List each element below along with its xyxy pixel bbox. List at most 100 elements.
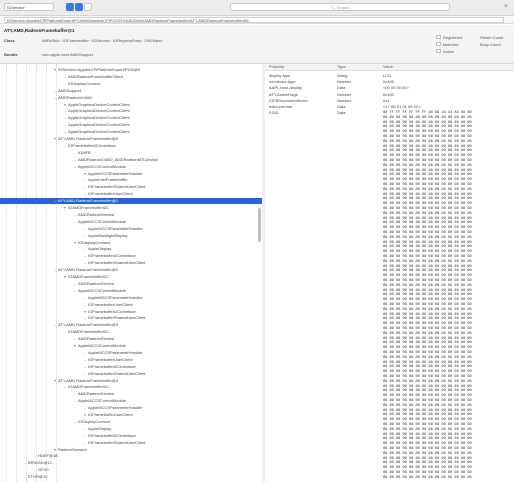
tree-node[interactable]: – AppleDisplay (84, 426, 111, 431)
search-placeholder: Search (336, 5, 350, 10)
tree-node[interactable]: – IOFramebufferI2CInterface (84, 433, 136, 438)
tree-scrollbar[interactable] (258, 208, 261, 242)
tree-node[interactable]: – ETHR@1C (24, 474, 48, 479)
tree-node[interactable]: – AppleGraphicsDeviceControlClient (64, 108, 130, 113)
property-key: display-type (269, 73, 291, 78)
tree-node-label: AppleGraphicsDeviceControlClient (68, 115, 130, 121)
registered-checkbox[interactable] (436, 35, 441, 39)
tree-node[interactable]: – IOFramebufferSharedUserClient (84, 371, 146, 376)
column-header-value[interactable]: Value (383, 64, 393, 70)
tree-node[interactable]: ▾ IODisplayConnect (74, 240, 110, 245)
tree-node[interactable]: ▾ IOAMDFramebufferI2C (64, 205, 109, 210)
tree-node-label: ATY,AMD,RadeonFramebuffer@0 (58, 136, 119, 141)
tree-node[interactable]: – AppleMCCSParameterHandler (84, 226, 143, 231)
tree-node[interactable]: – ATY,AMD,RadeonFramebuffer@1 (54, 198, 119, 204)
active-checkbox[interactable] (436, 49, 441, 53)
tree-guide (16, 64, 17, 482)
tree-node[interactable]: – HDEF@1B (34, 453, 58, 458)
tree-node-label: IOFramebufferUserClient (88, 356, 133, 362)
tree-node[interactable]: ▾ IOService:/AppleACPIPlatformExpert/PCI0… (54, 67, 140, 72)
tree-node[interactable]: – AMDRadeonService (74, 281, 114, 286)
tree-node[interactable]: ▾ AppleMCCSParameterHandler (84, 171, 143, 176)
tree-node[interactable]: – AppleMCCSControlModule (74, 398, 126, 403)
property-row[interactable]: AAPL,boot-display Data <00 00 00 00> (265, 85, 514, 90)
tree-node[interactable]: – GFX0 (34, 467, 48, 472)
view-mode-columns-button[interactable] (84, 3, 92, 11)
tree-node[interactable]: ▾ ATY,AMD,RadeonFramebuffer@4 (54, 378, 118, 383)
tree-node-label: GFX0 (38, 467, 49, 473)
tree-node[interactable]: – IOAMDFramebufferI2C (64, 384, 109, 389)
property-value: 0x1 (383, 97, 390, 103)
matched-checkbox[interactable] (436, 42, 441, 46)
property-row[interactable]: ATY,ActiveFlags Number 0x100 (265, 92, 514, 97)
tree-node-label: AppleMCCSControlModule (78, 218, 127, 224)
tree-node[interactable]: – AppleBacklightDisplay (84, 233, 128, 238)
tree-node[interactable]: – IOMFB (74, 150, 91, 155)
column-header-property[interactable]: Property (269, 64, 284, 70)
tree-node[interactable]: – IOFramebufferI2CInterface (64, 143, 116, 148)
tree-node[interactable]: – AppleGraphicsDeviceControlClient (64, 122, 130, 127)
tree-node-label: AppleDisplay (88, 425, 112, 431)
tree-node[interactable]: – IOAMDFramebufferI2C (64, 329, 109, 334)
tree-node[interactable]: – IOFramebufferSharedUserClient (84, 260, 146, 265)
tree-node[interactable]: – AppleMCCSParameterHandler (84, 295, 143, 300)
tree-node[interactable]: – AMDRadeonService (74, 212, 114, 217)
tree-node[interactable]: – AppleMCCSControlModule (74, 164, 126, 169)
property-key: AAPL,boot-display (269, 85, 302, 91)
property-row[interactable]: edid-override Data <17 0B 01 01 00 0C> (265, 104, 514, 109)
tree-node[interactable]: – AMDRadeonService (74, 391, 114, 396)
column-header-type[interactable]: Type (337, 64, 346, 70)
tree-node[interactable]: ▾ AppleGraphicsDeviceControlClient (64, 102, 130, 107)
property-row[interactable]: connector-type Number 0x400 (265, 79, 514, 84)
tree-node[interactable]: ▾ AppleMCCSControlModule (74, 343, 126, 348)
tree-node[interactable]: ▾ IOFramebufferI2CInterface (84, 309, 136, 314)
tree-node[interactable]: – AppleIntelFramebuffer (84, 177, 128, 182)
tree-node[interactable]: – AppleGraphicsDeviceControlClient (64, 129, 130, 134)
path-field[interactable]: IOService:/AppleACPIPlatformExpert/PCI0@… (4, 17, 504, 23)
tree-node-label: AppleMCCSParameterHandler (88, 170, 143, 176)
tree-node[interactable]: – IOFramebufferI2CInterface (84, 253, 136, 258)
tree-node[interactable]: ▾ ATY,AMD,RadeonFramebuffer@0 (54, 136, 118, 141)
tree-node[interactable]: – AppleMCCSControlModule (74, 219, 126, 224)
tree-node[interactable]: – ATY,AMD,RadeonFramebuffer@2 (54, 267, 118, 272)
tree-node[interactable]: ▾ RadeonSensors (54, 447, 87, 452)
tree-node[interactable]: – IOFramebufferUserClient (84, 191, 133, 196)
close-icon[interactable]: × (504, 3, 508, 10)
tree-node[interactable]: – AppleDisplay (84, 246, 111, 251)
registry-tree[interactable]: ▾ IOService:/AppleACPIPlatformExpert/PCI0… (0, 64, 263, 482)
tree-node[interactable]: – IODisplayConnect (64, 81, 100, 86)
tree-node[interactable]: – AppleMCCSControlModule (74, 288, 126, 293)
tree-node[interactable]: – IOFramebufferSharedUserClient (84, 440, 146, 445)
tree-node-label: IOAMDFramebufferI2C (68, 205, 110, 210)
tree-node[interactable]: – AppleMCCSParameterHandler (84, 405, 143, 410)
tree-node[interactable]: – AMDRadeonX4000_AMDRadeonMTLDevice (74, 157, 158, 162)
tree-node[interactable]: – BRIDGE@1C (24, 460, 53, 465)
tree-node[interactable]: – IOFramebufferI2CInterface (84, 364, 136, 369)
tree-node[interactable]: – AMDRadeonX4000 (54, 95, 92, 100)
tree-node-label: ETHR@1C (28, 474, 49, 480)
tree-node[interactable]: – IOFramebufferSharedUserClient (84, 315, 146, 320)
tree-node[interactable]: – IOFramebufferSharedUserClient (84, 184, 146, 189)
tree-node-label: ATY,AMD,RadeonFramebuffer@3 (58, 322, 119, 328)
tree-node-label: AppleGraphicsDeviceControlClient (68, 101, 130, 107)
tree-node[interactable]: – IOFramebufferUserClient (84, 302, 133, 307)
tree-node[interactable]: ▾ IOFramebufferUserClient (84, 412, 133, 417)
plane-select[interactable]: IOService (4, 3, 54, 11)
tree-node[interactable]: ▾ IOAMDFramebufferI2C (64, 274, 109, 279)
view-mode-tree-button[interactable] (66, 3, 74, 11)
tree-node[interactable]: – AMDRadeonService (74, 336, 114, 341)
tree-node-label: AMDRadeonService (78, 211, 115, 217)
search-input[interactable]: 🔍︎ Search (230, 3, 450, 11)
tree-node-label: AMDRadeonService (78, 391, 115, 397)
tree-node[interactable]: – AppleGraphicsDeviceControlClient (64, 115, 130, 120)
tree-node[interactable]: – ATY,AMD,RadeonFramebuffer@3 (54, 322, 118, 327)
property-row[interactable]: IOFBDependentIndex Number 0x1 (265, 98, 514, 103)
tree-node[interactable]: – IODisplayConnect (74, 419, 110, 424)
property-row[interactable]: display-type String LCD (265, 73, 514, 78)
tree-node[interactable]: – IOFramebufferUserClient (84, 357, 133, 362)
tree-node-label: AMDRadeonX4000 (58, 94, 93, 100)
tree-node[interactable]: – AMDSupport (54, 88, 81, 93)
tree-node[interactable]: – AMDRadeonFramebufferClient (64, 74, 123, 79)
view-mode-list-button[interactable] (75, 3, 83, 11)
tree-node[interactable]: – AppleMCCSParameterHandler (84, 350, 143, 355)
